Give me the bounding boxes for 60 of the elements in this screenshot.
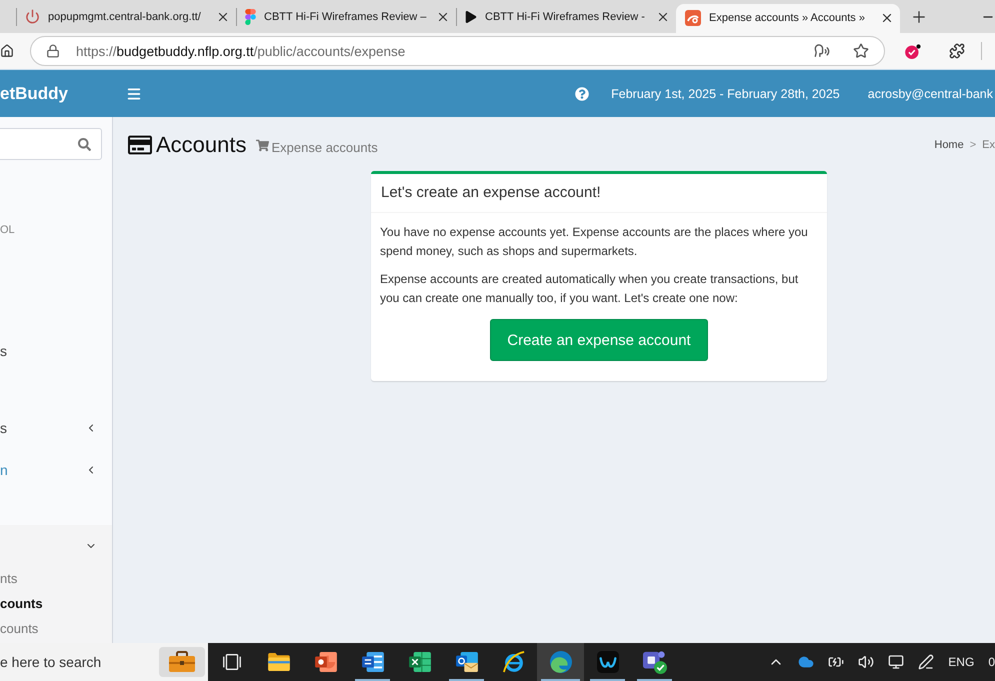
cart-icon (256, 138, 268, 152)
page-title: Accounts (156, 132, 246, 158)
address-field[interactable]: https://budgetbuddy.nflp.org.tt/public/accounts/expense (30, 36, 885, 66)
breadcrumb-separator: > (970, 139, 976, 151)
page-subtitle: Expense accounts (272, 138, 378, 154)
browser-icon (502, 651, 524, 673)
home-icon[interactable] (0, 44, 14, 58)
pen-icon[interactable] (918, 654, 934, 670)
mail-app-icon (456, 652, 478, 672)
power-icon (25, 9, 40, 24)
submenu-item[interactable]: counts (0, 616, 112, 641)
menu-icon (126, 86, 142, 102)
menu-item[interactable]: s (0, 408, 112, 448)
chat-app-icon (642, 650, 666, 674)
wave-app-icon (596, 651, 618, 673)
volume-icon[interactable] (858, 654, 874, 670)
section-header: OL (0, 223, 16, 238)
extension-icon[interactable] (905, 44, 922, 58)
submenu-item[interactable]: nts (0, 566, 112, 591)
language-indicator[interactable]: ENG (948, 655, 974, 669)
lock-icon (46, 44, 60, 58)
card-text: Expense accounts are created automatically when you create transactions, but you can create one manually too, if you want. Let's create one now: (380, 271, 800, 307)
clock-text[interactable]: 0 (988, 655, 995, 669)
search-field[interactable]: e here to search (0, 643, 158, 681)
task-view-icon (222, 654, 240, 670)
browser-tab[interactable]: popupmgmt.central-bank.org.tt/ (17, 0, 236, 33)
presentation-app-icon (314, 652, 336, 672)
user-menu[interactable]: acrosby@central-bank (868, 86, 993, 100)
date-range[interactable]: February 1st, 2025 - February 28th, 2025 (611, 86, 840, 100)
credit-card-icon (128, 133, 152, 157)
submenu-item[interactable]: counts (0, 591, 112, 616)
search-icon[interactable] (78, 138, 91, 150)
browser-tab[interactable]: CBTT Hi-Fi Wireframes Review – (237, 0, 456, 33)
url-text: https://budgetbuddy.nflp.org.tt/public/accounts/expense (76, 44, 406, 58)
menu-item[interactable]: s (0, 331, 112, 371)
card-text: You have no expense accounts yet. Expense accounts are the places where you spend money, such as shops and supermarkets. (380, 224, 809, 260)
document-app-icon (362, 652, 384, 672)
browser-icon (550, 651, 572, 673)
speech-icon[interactable] (814, 43, 830, 59)
help-icon[interactable] (575, 86, 590, 100)
puzzle-icon[interactable] (949, 43, 965, 59)
spreadsheet-app-icon (408, 652, 430, 672)
logo-icon (245, 8, 256, 24)
play-icon (465, 10, 477, 22)
star-icon[interactable] (853, 43, 869, 59)
briefcase-icon (159, 647, 205, 677)
browser-tab[interactable]: CBTT Hi-Fi Wireframes Review - (457, 0, 676, 33)
menu-item[interactable]: n (0, 450, 112, 490)
search-highlight-button[interactable] (158, 643, 208, 681)
cloud-icon[interactable] (798, 654, 814, 670)
card-title: Let's create an expense account! (381, 184, 602, 202)
breadcrumb-link[interactable]: Home (934, 139, 964, 151)
app-logo: etBuddy (0, 84, 69, 104)
browser-tab[interactable]: Expense accounts » Accounts » (676, 4, 900, 33)
monitor-icon[interactable] (888, 654, 904, 670)
menu-button[interactable] (126, 86, 142, 102)
folder-icon (268, 653, 290, 671)
site-favicon-icon (685, 10, 701, 26)
breadcrumb-link[interactable]: Ex (982, 139, 995, 151)
search-field[interactable] (0, 128, 102, 160)
